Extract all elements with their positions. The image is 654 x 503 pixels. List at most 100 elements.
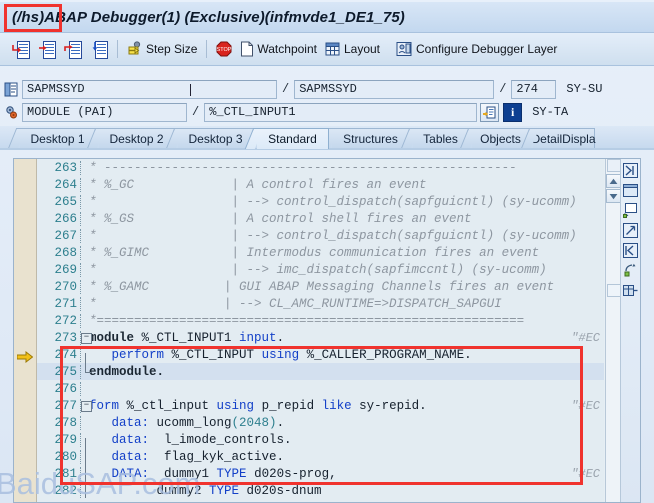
- code-line[interactable]: 275 endmodule.: [37, 363, 604, 380]
- desktop-tab-strip: Desktop 1 Desktop 2 Desktop 3 Standard Struc…: [0, 126, 654, 149]
- continue-button[interactable]: [86, 36, 112, 62]
- scroll-down-button[interactable]: [606, 189, 621, 203]
- source-code-editor[interactable]: 263 * -----------------------------------…: [13, 158, 641, 503]
- line-number-field[interactable]: 274: [511, 79, 557, 99]
- expand-icon[interactable]: [623, 163, 638, 178]
- pragma-comment: "#EC: [571, 466, 600, 481]
- chevron-down-icon: [609, 193, 618, 199]
- window-icon[interactable]: [623, 183, 638, 198]
- code-line[interactable]: 272 *====================================…: [37, 312, 604, 329]
- tab-standard[interactable]: Standard: [257, 128, 329, 149]
- code-line[interactable]: 278 data: ucomm_long(2048).: [37, 414, 604, 431]
- code-line[interactable]: 274 perform %_CTL_INPUT using %_CALLER_P…: [37, 346, 604, 363]
- save-layout-icon[interactable]: [623, 283, 638, 298]
- tab-label: Objects: [480, 132, 521, 146]
- tab-detaildispla[interactable]: DetailDispla: [531, 128, 596, 149]
- watchpoint-button[interactable]: Watchpoint: [236, 36, 321, 62]
- goto-source-button[interactable]: [480, 102, 500, 122]
- fold-collapse-icon[interactable]: −: [81, 333, 92, 344]
- code-line[interactable]: 265 * | --> control_dispatch(sapfguicntl)…: [37, 193, 604, 210]
- watchpoint-stop-button[interactable]: STOP: [212, 36, 236, 62]
- event-type-field[interactable]: MODULE (PAI): [22, 102, 187, 122]
- step-size-button[interactable]: Step Size: [123, 36, 201, 62]
- tab-label: Desktop 2: [109, 132, 164, 146]
- code-line[interactable]: 263 * -----------------------------------…: [37, 159, 604, 176]
- tab-desktop-1[interactable]: Desktop 1: [20, 128, 96, 149]
- sy-subrc-label: SY-SU: [566, 82, 603, 96]
- code-text: dummy2 TYPE d020s-dnum: [89, 483, 322, 498]
- line-number: 270: [37, 279, 81, 294]
- tab-desktop-2[interactable]: Desktop 2: [99, 128, 175, 149]
- pragma-comment: "#EC: [571, 398, 600, 413]
- info-label: i: [511, 104, 515, 119]
- program-icon: [0, 79, 22, 99]
- line-number: 272: [37, 313, 81, 328]
- include-program-field[interactable]: SAPMSSYD: [294, 79, 495, 99]
- configure-debugger-layer-label: Configure Debugger Layer: [416, 42, 558, 56]
- layout-button[interactable]: Layout: [321, 36, 384, 62]
- code-line[interactable]: 277 form %_ctl_input using p_repid like s…: [37, 397, 604, 414]
- current-statement-arrow-icon: [16, 350, 34, 364]
- tab-label: Tables: [423, 132, 458, 146]
- main-program-field[interactable]: SAPMSSYD: [22, 79, 277, 99]
- line-number: 274: [37, 347, 81, 362]
- editor-vertical-scrollbar[interactable]: [605, 159, 622, 502]
- toolbar-divider: [117, 40, 118, 58]
- line-number: 273: [37, 330, 81, 345]
- main-program-value: SAPMSSYD: [27, 82, 85, 96]
- tab-structures[interactable]: Structures: [332, 128, 410, 149]
- event-name-field[interactable]: %_CTL_INPUT1: [204, 102, 478, 122]
- breakpoint-icon[interactable]: [623, 263, 638, 278]
- code-line[interactable]: 282 dummy2 TYPE d020s-dnum: [37, 482, 604, 499]
- code-line[interactable]: 264 * %_GC | A control fires an event: [37, 176, 604, 193]
- step-return-button[interactable]: [60, 36, 86, 62]
- code-text: DATA: dummy1 TYPE d020s-prog,: [111, 466, 337, 481]
- tab-desktop-3[interactable]: Desktop 3: [178, 128, 254, 149]
- line-number: 282: [37, 483, 81, 498]
- chevron-up-icon: [609, 178, 618, 184]
- tab-label: DetailDispla: [531, 132, 596, 146]
- code-line[interactable]: 269 * | --> imc_dispatch(sapfimccntl) (sy…: [37, 261, 604, 278]
- line-number: 276: [37, 381, 81, 396]
- info-button[interactable]: i: [503, 102, 523, 122]
- line-number: 280: [37, 449, 81, 464]
- code-line[interactable]: 271 * | --> CL_AMC_RUNTIME=>DISPATCH_SAPG…: [37, 295, 604, 312]
- editor-gutter: [14, 159, 37, 502]
- fold-guide: [85, 438, 86, 498]
- code-line[interactable]: 268 * %_GIMC | Intermodus communication f…: [37, 244, 604, 261]
- page-title: (/hs)ABAP Debugger(1) (Exclusive)(infmvd…: [12, 8, 405, 26]
- step-over-button[interactable]: [34, 36, 60, 62]
- code-line[interactable]: 270 * %_GAMC | GUI ABAP Messaging Channel…: [37, 278, 604, 295]
- line-number: 271: [37, 296, 81, 311]
- code-line[interactable]: 273 module %_CTL_INPUT1 input. "#EC −: [37, 329, 604, 346]
- code-line[interactable]: 279 data: l_imode_controls.: [37, 431, 604, 448]
- code-lines-container[interactable]: 263 * -----------------------------------…: [37, 159, 604, 502]
- code-line[interactable]: 266 * %_GS | A control shell fires an eve…: [37, 210, 604, 227]
- step-over-icon: [38, 41, 56, 59]
- include-program-value: SAPMSSYD: [299, 82, 357, 96]
- new-window-icon[interactable]: [623, 203, 638, 218]
- watchpoint-label: Watchpoint: [257, 42, 317, 56]
- abap-debugger-window: (/hs)ABAP Debugger(1) (Exclusive)(infmvd…: [0, 0, 654, 503]
- code-line[interactable]: 276: [37, 380, 604, 397]
- code-line[interactable]: 267 * | --> control_dispatch(sapfguicntl)…: [37, 227, 604, 244]
- resize-icon[interactable]: [623, 223, 638, 238]
- fold-collapse-icon[interactable]: −: [81, 401, 92, 412]
- code-line[interactable]: 281 DATA: dummy1 TYPE d020s-prog, "#EC: [37, 465, 604, 482]
- step-into-button[interactable]: [8, 36, 34, 62]
- tab-label: Desktop 3: [188, 132, 243, 146]
- scroll-up-button[interactable]: [606, 174, 621, 188]
- code-text: data: l_imode_controls.: [111, 432, 292, 447]
- tab-label: Desktop 1: [30, 132, 85, 146]
- code-text: * | --> CL_AMC_RUNTIME=>DISPATCH_SAPGUI: [89, 296, 502, 311]
- code-text: data: ucomm_long(2048).: [111, 415, 285, 430]
- field-separator-1: /: [282, 82, 290, 96]
- code-text: * %_GC | A control fires an event: [89, 177, 427, 192]
- code-text: * | --> control_dispatch(sapfguicntl) (s…: [89, 228, 577, 243]
- line-number: 268: [37, 245, 81, 260]
- configure-debugger-layer-button[interactable]: Configure Debugger Layer: [392, 36, 561, 62]
- collapse-left-icon[interactable]: [623, 243, 638, 258]
- code-line[interactable]: 280 data: flag_kyk_active.: [37, 448, 604, 465]
- stop-sign-icon: STOP: [216, 41, 232, 57]
- svg-text:STOP: STOP: [217, 47, 232, 53]
